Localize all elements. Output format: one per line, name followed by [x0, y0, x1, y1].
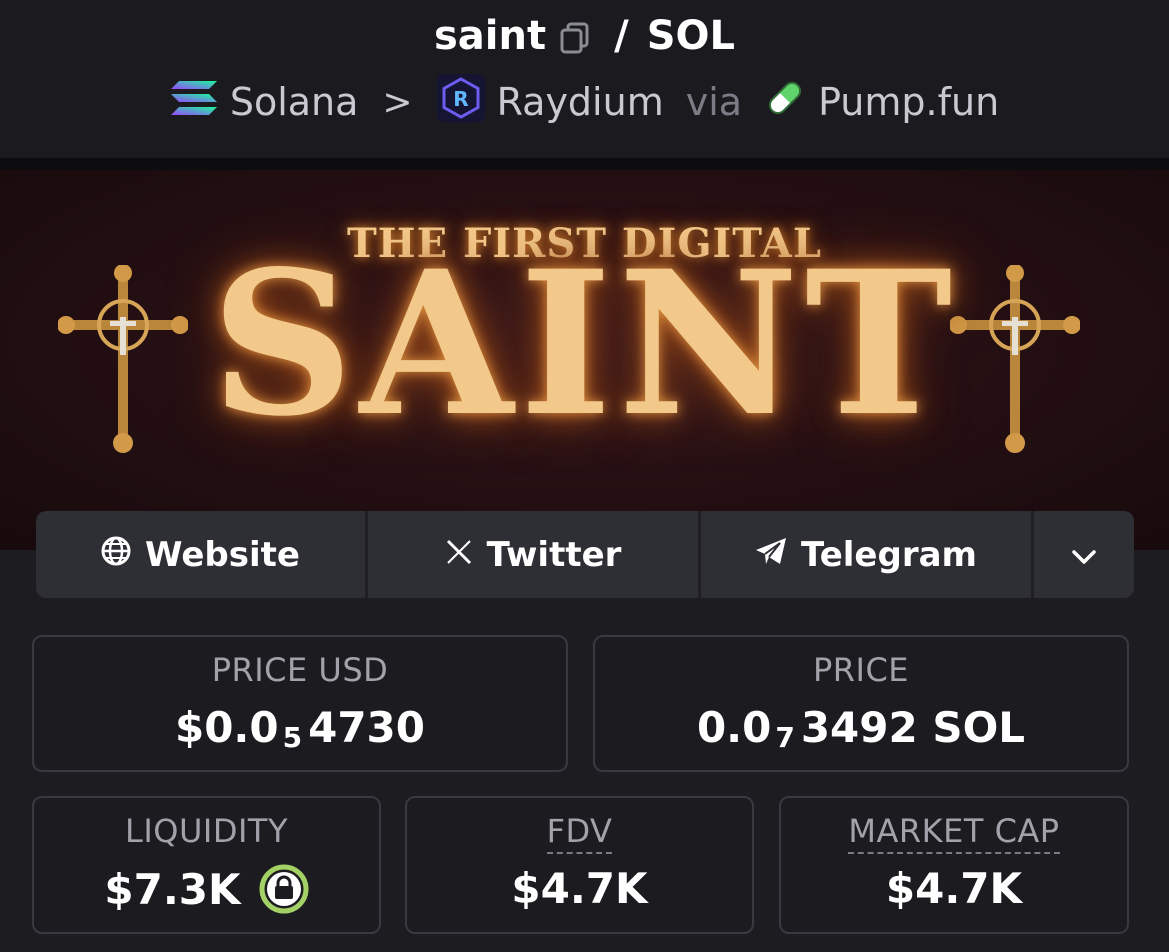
- liquidity-value: $7.3K: [104, 864, 241, 914]
- pair-separator: /: [614, 13, 629, 59]
- market-cap-card: MARKET CAP $4.7K: [779, 796, 1129, 934]
- liquidity-label: LIQUIDITY: [125, 812, 288, 850]
- website-link[interactable]: Website: [36, 511, 368, 598]
- social-links: Website Twitter Telegram: [36, 511, 1134, 598]
- price-sol-label: PRICE: [812, 651, 910, 689]
- market-cap-value: $4.7K: [885, 864, 1023, 913]
- twitter-link[interactable]: Twitter: [368, 511, 701, 598]
- quote-symbol: SOL: [646, 13, 736, 59]
- twitter-label: Twitter: [486, 534, 622, 575]
- liquidity-value-row: $7.3K: [34, 864, 379, 914]
- price-usd-label: PRICE USD: [211, 651, 389, 689]
- price-usd-card: PRICE USD $0.0 5 4730: [32, 635, 568, 772]
- telegram-icon: [755, 535, 787, 575]
- chain-name[interactable]: Solana: [230, 80, 359, 124]
- x-icon: [445, 535, 473, 575]
- pair-title: saint / SOL: [0, 8, 1169, 64]
- price-sol-digits: 3492 SOL: [800, 703, 1026, 752]
- price-usd-digits: 4730: [308, 703, 426, 752]
- telegram-link[interactable]: Telegram: [701, 511, 1034, 598]
- fdv-card: FDV $4.7K: [405, 796, 754, 934]
- market-cap-label[interactable]: MARKET CAP: [781, 812, 1127, 854]
- solana-icon: [170, 79, 218, 126]
- price-sol-prefix: 0.0: [696, 703, 772, 752]
- copy-icon[interactable]: [558, 19, 592, 54]
- price-sol-value: 0.0 7 3492 SOL: [595, 703, 1127, 754]
- price-usd-prefix: $0.0: [174, 703, 279, 752]
- lock-icon[interactable]: [259, 864, 309, 914]
- fdv-label-text: FDV: [546, 812, 613, 854]
- price-sol-card: PRICE 0.0 7 3492 SOL: [593, 635, 1129, 772]
- telegram-label: Telegram: [801, 534, 977, 575]
- token-symbol: saint: [433, 13, 547, 59]
- fdv-value: $4.7K: [511, 864, 648, 913]
- globe-icon: [101, 535, 131, 575]
- website-label: Website: [145, 534, 300, 575]
- header-divider: [0, 158, 1169, 170]
- price-usd-zero-count: 5: [282, 721, 303, 754]
- more-links-dropdown[interactable]: [1034, 511, 1134, 598]
- liquidity-card: LIQUIDITY $7.3K: [32, 796, 381, 934]
- launchpad-name[interactable]: Pump.fun: [818, 80, 999, 124]
- dex-name[interactable]: Raydium: [497, 80, 664, 124]
- pair-header: saint / SOL Solana > R Raydium via Pump.…: [0, 0, 1169, 158]
- market-cap-label-text: MARKET CAP: [848, 812, 1060, 854]
- svg-text:R: R: [453, 87, 468, 111]
- chevron-down-icon: [1070, 535, 1098, 575]
- price-usd-value: $0.0 5 4730: [34, 703, 566, 754]
- breadcrumb-chevron: >: [382, 81, 413, 123]
- price-sol-zero-count: 7: [775, 721, 795, 754]
- pill-icon: [764, 77, 806, 128]
- token-banner: THE FIRST DIGITAL SAINT: [0, 170, 1169, 550]
- via-label: via: [685, 80, 743, 124]
- banner-title: SAINT: [210, 227, 959, 460]
- raydium-icon: R: [436, 73, 485, 131]
- chain-breadcrumb: Solana > R Raydium via Pump.fun: [0, 72, 1169, 132]
- token-pair-page: saint / SOL Solana > R Raydium via Pump.…: [0, 0, 1169, 952]
- fdv-label[interactable]: FDV: [407, 812, 752, 854]
